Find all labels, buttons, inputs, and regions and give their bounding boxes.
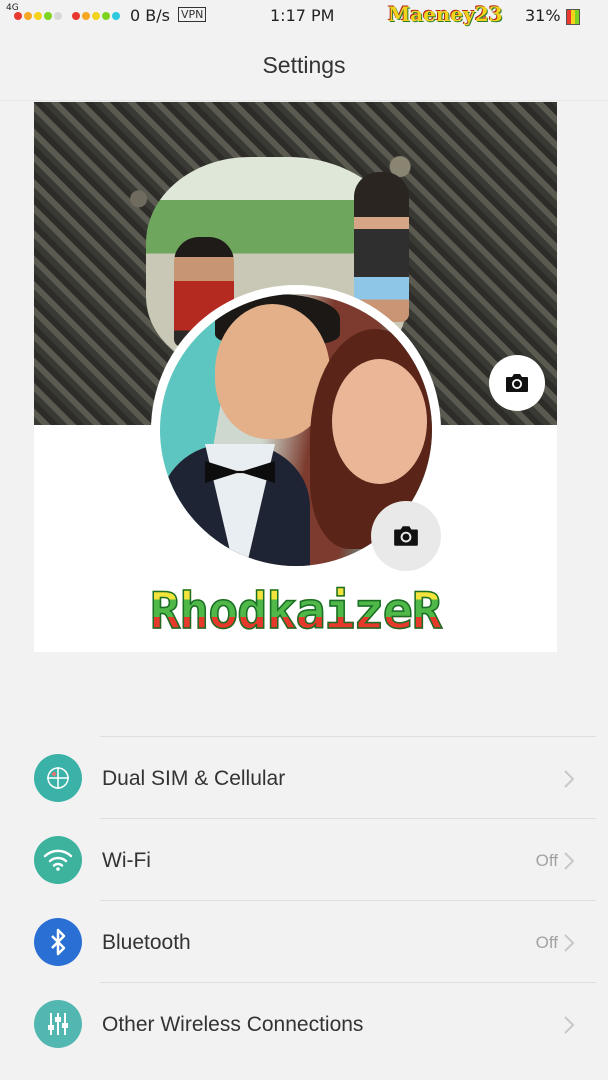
chevron-right-icon (564, 770, 575, 788)
status-bar: 4G 0 B/s VPN 1:17 PM Maeney23 31% (0, 0, 608, 32)
settings-item-dual-sim[interactable]: Dual SIM & Cellular (0, 737, 608, 819)
signal-strength-2-icon (72, 12, 120, 20)
network-speed: 0 B/s (130, 6, 170, 25)
navigation-bar: Settings (0, 32, 608, 101)
chevron-right-icon (564, 934, 575, 952)
settings-item-wifi[interactable]: Wi-Fi Off (0, 819, 608, 901)
change-cover-camera-button[interactable] (489, 355, 545, 411)
sliders-icon (34, 1000, 82, 1048)
clock: 1:17 PM (270, 6, 335, 25)
signal-strength-icon (14, 12, 62, 20)
change-avatar-camera-button[interactable] (371, 501, 441, 571)
sim-icon (34, 754, 82, 802)
chevron-right-icon (564, 852, 575, 870)
settings-item-other-wireless[interactable]: Other Wireless Connections (0, 983, 608, 1065)
chevron-right-icon (564, 1016, 575, 1034)
settings-item-label: Dual SIM & Cellular (102, 767, 286, 790)
bluetooth-icon (34, 918, 82, 966)
page-title: Settings (262, 52, 346, 78)
watermark-logo: Maeney23 (388, 2, 503, 26)
settings-item-label: Wi-Fi (102, 849, 151, 872)
settings-item-value: Off (535, 933, 558, 952)
vpn-badge: VPN (178, 7, 207, 22)
settings-item-bluetooth[interactable]: Bluetooth Off (0, 901, 608, 983)
camera-icon (506, 374, 528, 392)
profile-name: RhodkaizeR (34, 581, 557, 641)
profile-card: RhodkaizeR (34, 102, 557, 652)
settings-item-label: Other Wireless Connections (102, 1013, 364, 1036)
settings-item-label: Bluetooth (102, 931, 191, 954)
battery-icon (566, 9, 580, 25)
battery-percent: 31% (525, 6, 561, 25)
settings-item-value: Off (535, 851, 558, 870)
wifi-icon (34, 836, 82, 884)
camera-icon (394, 526, 418, 546)
